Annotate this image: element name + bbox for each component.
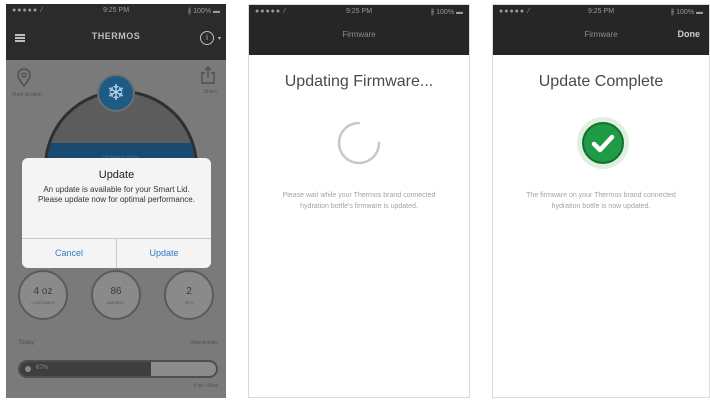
page-title: Updating Firmware... xyxy=(284,73,434,90)
success-check-icon xyxy=(577,117,629,169)
done-button[interactable]: Done xyxy=(678,29,701,39)
cancel-button[interactable]: Cancel xyxy=(22,239,116,268)
firmware-nav-bar: ●●●●● ⁄ 9:25 PM ∦ 100% ▬ Firmware Done xyxy=(493,5,709,55)
stat-value: 86 xyxy=(110,286,122,297)
progress-dot-icon xyxy=(25,366,31,372)
today-label: Today xyxy=(18,340,35,346)
share-icon[interactable] xyxy=(201,66,215,84)
complete-screen: ●●●●● ⁄ 9:25 PM ∦ 100% ▬ Firmware Done U… xyxy=(492,4,710,398)
battery-icon: ∦ 100% ▬ xyxy=(187,8,220,15)
stat-ambient: 86 AMBIENT xyxy=(91,270,141,320)
status-bar: ●●●●● ⁄ 9:25 PM ∦ 100% ▬ xyxy=(6,4,226,18)
oz-progress-label: 8 oz / 64oz xyxy=(193,383,218,389)
nav-title: Firmware xyxy=(342,30,376,39)
checkmark-icon xyxy=(591,134,615,153)
update-button[interactable]: Update xyxy=(117,239,211,268)
stat-value: 4 oz xyxy=(33,286,53,297)
loading-spinner-icon xyxy=(337,121,381,165)
battery-icon: ∦ 100% ▬ xyxy=(670,9,703,16)
location-pin-icon[interactable] xyxy=(16,68,32,88)
stat-value: 2 xyxy=(186,286,192,297)
page-title: Update Complete xyxy=(538,73,664,90)
location-label: Mark location xyxy=(12,92,42,98)
update-dialog: Update An update is available for your S… xyxy=(22,158,211,268)
home-nav-bar: ●●●●● ⁄ 9:25 PM ∦ 100% ▬ THERMOS i ▾ xyxy=(6,4,226,60)
status-message: Please wait while your Thermos brand con… xyxy=(282,192,436,210)
dialog-title: Update xyxy=(98,169,135,181)
daily-progress-bar: 67% xyxy=(18,360,218,378)
dialog-message: An update is available for your Smart Li… xyxy=(38,185,195,204)
firmware-nav-bar: ●●●●● ⁄ 9:25 PM ∦ 100% ▬ Firmware xyxy=(249,5,469,55)
stat-label: AMBIENT xyxy=(107,300,125,305)
status-message: The firmware on your Thermos brand conne… xyxy=(526,192,676,210)
status-bar: ●●●●● ⁄ 9:25 PM ∦ 100% ▬ xyxy=(249,5,469,19)
share-label: Share xyxy=(203,89,217,95)
stat-label: SIPS xyxy=(184,300,194,305)
stat-sips: 2 SIPS xyxy=(164,270,214,320)
view-activity-link[interactable]: View Activity xyxy=(190,340,218,346)
stat-label: CONSUMED xyxy=(31,300,55,305)
brand-logo: THERMOS xyxy=(91,31,141,41)
info-icon[interactable]: i xyxy=(200,31,214,45)
progress-percent: 67% xyxy=(36,365,49,371)
battery-icon: ∦ 100% ▬ xyxy=(430,9,463,16)
snowflake-icon: ❄ xyxy=(97,74,135,112)
home-screen: ●●●●● ⁄ 9:25 PM ∦ 100% ▬ THERMOS i ▾ Mar… xyxy=(6,4,226,398)
chevron-down-icon[interactable]: ▾ xyxy=(218,35,221,42)
status-bar: ●●●●● ⁄ 9:25 PM ∦ 100% ▬ xyxy=(493,5,709,19)
updating-screen: ●●●●● ⁄ 9:25 PM ∦ 100% ▬ Firmware Updati… xyxy=(248,4,470,398)
stat-consumed: 4 oz CONSUMED xyxy=(18,270,68,320)
